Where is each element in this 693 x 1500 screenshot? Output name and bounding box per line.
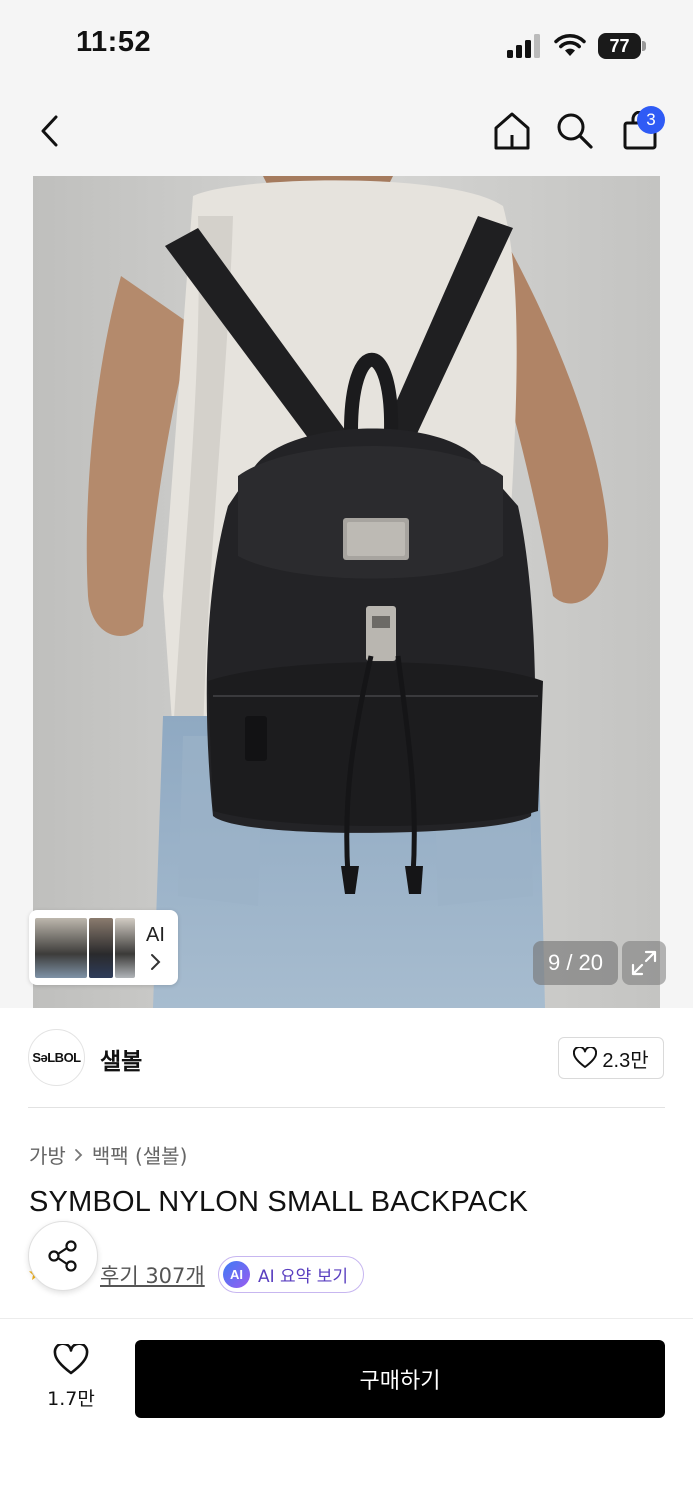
- expand-icon: [631, 950, 657, 976]
- battery-icon: 77: [598, 33, 646, 59]
- review-link[interactable]: 후기 307개: [100, 1260, 205, 1290]
- brand-favorite-button[interactable]: 2.3만: [558, 1037, 664, 1079]
- back-button[interactable]: [27, 108, 73, 154]
- breadcrumb: 가방 백팩 (샐볼): [29, 1140, 187, 1169]
- wifi-icon: [554, 34, 586, 56]
- brand-name[interactable]: 샐볼: [100, 1042, 142, 1076]
- home-button[interactable]: [489, 108, 535, 154]
- brand-favorite-count: 2.3만: [602, 1049, 649, 1072]
- heart-icon: [573, 1047, 598, 1068]
- breadcrumb-item-category[interactable]: 가방: [29, 1140, 66, 1169]
- chevron-right-icon: [74, 1148, 83, 1161]
- like-button[interactable]: 1.7만: [38, 1342, 104, 1418]
- top-nav: [0, 90, 693, 176]
- home-icon: [494, 112, 530, 150]
- image-counter: 9 / 20: [533, 941, 618, 985]
- cart-count-badge: 3: [637, 106, 665, 134]
- ai-summary-label: AI 요약 보기: [258, 1267, 349, 1287]
- like-count: 1.7만: [47, 1388, 95, 1410]
- thumbnail-image: [33, 916, 89, 980]
- ai-label: AI: [146, 924, 165, 946]
- bottom-bar-divider: [0, 1318, 693, 1319]
- ai-summary-button[interactable]: AI AI 요약 보기: [218, 1256, 364, 1293]
- battery-level: 77: [609, 36, 630, 56]
- divider: [28, 1107, 665, 1108]
- product-image[interactable]: [33, 176, 660, 1008]
- thumbnail-image: [87, 916, 115, 980]
- status-bar: 11:52 77: [0, 0, 693, 90]
- search-button[interactable]: [552, 108, 598, 154]
- share-icon: [48, 1240, 77, 1272]
- back-icon: [41, 115, 58, 147]
- ai-style-thumbnails[interactable]: AI: [29, 910, 178, 985]
- cellular-signal-icon: [507, 34, 540, 58]
- heart-icon: [53, 1344, 89, 1375]
- buy-button[interactable]: 구매하기: [135, 1340, 665, 1418]
- product-photo: [33, 176, 660, 1008]
- brand-logo[interactable]: SəLBOL: [28, 1029, 85, 1086]
- product-title: SYMBOL NYLON SMALL BACKPACK: [29, 1186, 529, 1218]
- status-time: 11:52: [76, 26, 152, 58]
- expand-button[interactable]: [622, 941, 666, 985]
- search-icon: [557, 113, 593, 149]
- breadcrumb-item-subcategory[interactable]: 백팩 (샐볼): [92, 1140, 188, 1169]
- share-button[interactable]: [28, 1221, 98, 1291]
- brand-row: SəLBOL 샐볼 2.3만: [0, 1008, 693, 1108]
- ai-badge-icon: AI: [223, 1261, 250, 1288]
- thumbnail-image: [113, 916, 137, 980]
- chevron-right-icon: [151, 954, 161, 970]
